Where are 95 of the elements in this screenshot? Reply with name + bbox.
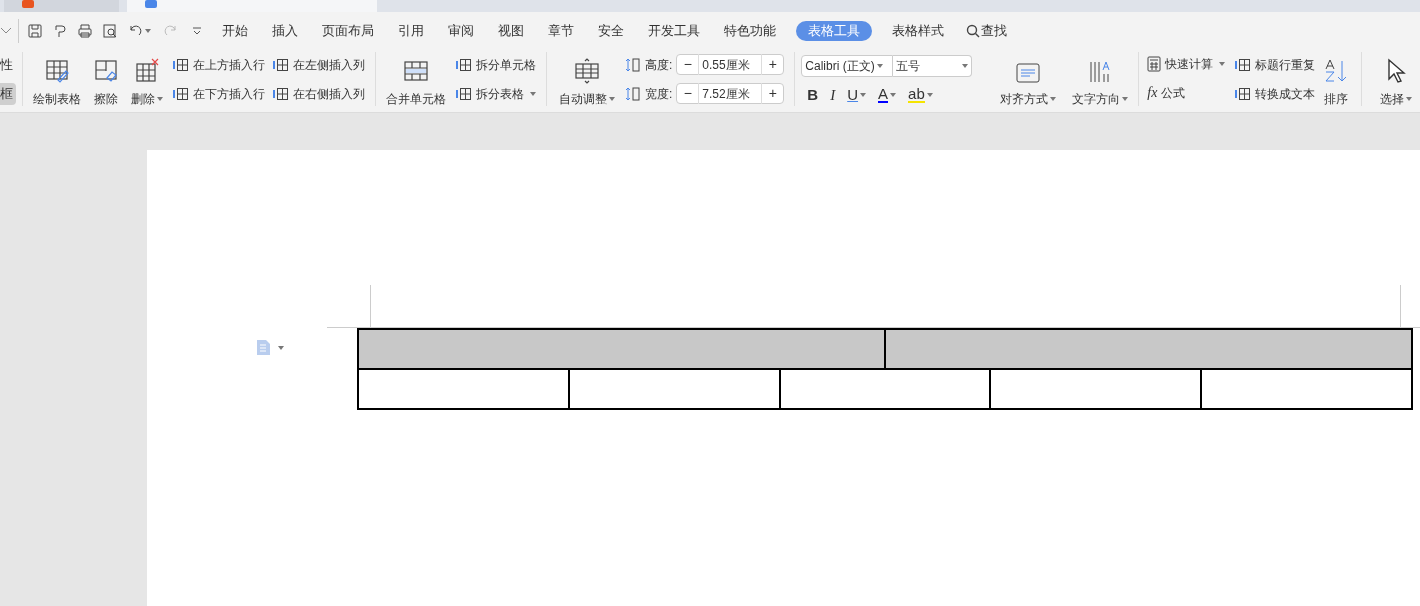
document-tab[interactable] [127,0,377,12]
insert-column-icon [273,57,289,72]
ribbon-button[interactable]: 拆分表格 [456,84,536,103]
font-size-dropdown[interactable]: 五号 [893,54,973,77]
caret-icon [145,29,151,33]
format-painter-icon[interactable] [52,23,68,39]
document-tab[interactable] [4,0,119,12]
save-icon[interactable] [27,23,43,39]
format-button[interactable]: I [830,85,836,104]
ribbon-button[interactable]: 在右侧插入列 [273,84,365,103]
format-button[interactable]: B [807,85,819,104]
table-cell[interactable] [569,370,781,410]
menu-tab[interactable]: 引用 [386,21,436,41]
table-cell[interactable] [780,370,992,410]
autofit-icon [574,58,600,84]
ribbon-button[interactable]: 快速计算 [1147,54,1226,73]
app-icon [22,0,34,8]
format-button[interactable]: U [847,85,867,104]
caret-icon [530,91,536,96]
menu-tab[interactable]: 特色功能 [712,21,788,41]
ribbon-button[interactable]: 拆分单元格 [456,55,536,74]
insert-row-icon [173,57,189,72]
menu-tab[interactable]: 审阅 [436,21,486,41]
merge-cells-icon [403,58,429,84]
insert-column-icon [273,86,289,101]
ribbon-button[interactable]: 文字方向 [1072,60,1129,108]
ribbon-button[interactable]: 框 [0,82,16,105]
cursor-icon [1385,58,1408,84]
menu-tab[interactable]: 安全 [586,21,636,41]
caret-icon [926,92,933,97]
print-icon[interactable] [77,23,93,39]
field-label: 高度: [645,56,673,74]
ribbon-button[interactable]: 在下方插入行 [173,84,265,103]
menu-tab[interactable]: 开始 [210,21,260,41]
draw-table-icon [44,58,70,84]
field-label: 宽度: [645,85,673,103]
caret-icon [962,63,969,68]
caret-icon [609,97,615,101]
table-cell[interactable] [886,330,1413,370]
table-cell[interactable] [1202,370,1413,410]
caret-icon [1406,97,1413,101]
ribbon-button[interactable]: 在上方插入行 [173,55,265,74]
caret-icon [1219,61,1226,66]
caret-icon [157,97,163,101]
chevron-down-icon[interactable] [192,27,202,35]
ribbon-button[interactable]: 排序 [1323,58,1350,108]
caret-icon [1122,97,1129,101]
calculator-icon [1147,55,1162,72]
formula-icon: fx [1147,82,1158,104]
search-icon [966,24,980,38]
menu-tab[interactable]: 开发工具 [636,21,712,41]
ribbon-button[interactable]: 选择 [1380,58,1413,108]
table-cell[interactable] [359,370,570,410]
table-cell[interactable] [991,370,1203,410]
repeat-header-icon [1235,57,1252,72]
eraser-icon [93,58,119,84]
ribbon-button[interactable]: 转换成文本 [1235,84,1316,103]
caret-icon [890,92,897,97]
number-stepper[interactable]: − 0.55厘米 + [676,54,785,75]
ribbon-button[interactable]: 合并单元格 [386,58,446,108]
table-cell[interactable] [359,330,886,370]
menu-tab[interactable]: 表格样式 [880,21,956,41]
format-button[interactable]: ab [908,86,933,103]
menu-tab[interactable]: 章节 [536,21,586,41]
ribbon-button[interactable]: 删除 [131,58,163,108]
row-height-icon [625,56,641,73]
insert-row-icon [173,86,189,101]
app-icon [145,0,157,8]
number-stepper[interactable]: − 7.52厘米 + [676,83,785,104]
print-preview-icon[interactable] [102,23,118,39]
ribbon-button[interactable]: 绘制表格 [33,58,81,108]
caret-icon [860,92,867,97]
caret-icon [1050,97,1057,101]
menu-tab[interactable]: 页面布局 [310,21,386,41]
ribbon-button[interactable]: 性 [0,53,16,76]
delete-table-icon [134,58,160,84]
column-width-icon [625,85,641,102]
menu-tab[interactable]: 视图 [486,21,536,41]
caret-icon [876,63,883,68]
split-table-icon [456,86,472,101]
format-button[interactable]: A [878,86,897,103]
ribbon-button[interactable]: 擦除 [93,58,119,108]
search-button[interactable]: 查找 [966,21,1007,41]
ribbon-button[interactable]: fx 公式 [1147,82,1226,104]
convert-text-icon [1235,86,1252,101]
menu-tab[interactable]: 插入 [260,21,310,41]
caret-icon [278,345,284,350]
chevron-down-icon[interactable] [0,27,12,35]
ribbon-button[interactable]: 对齐方式 [1000,62,1057,108]
align-icon [1015,62,1042,84]
ribbon-button[interactable]: 标题行重复 [1235,55,1316,74]
split-cells-icon [456,57,472,72]
font-name-dropdown[interactable]: Calibri (正文) [801,54,894,77]
ribbon-button[interactable]: 在左侧插入列 [273,55,365,74]
ribbon-button[interactable]: 自动调整 [559,58,615,108]
